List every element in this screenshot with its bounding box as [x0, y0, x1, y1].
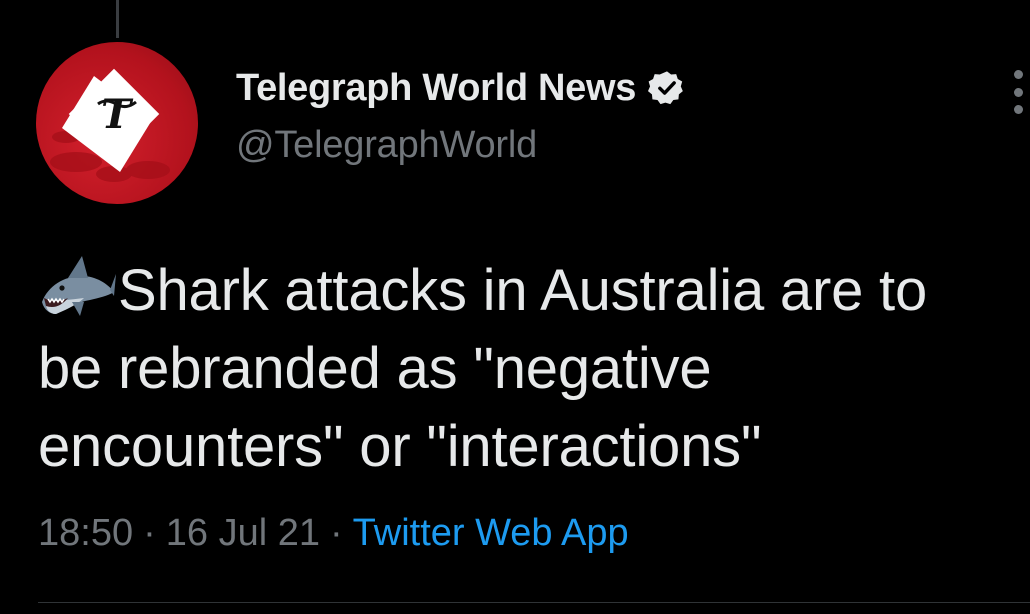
tweet-meta: 18:50 · 16 Jul 21 · Twitter Web App: [38, 512, 629, 555]
telegraph-logo-icon: T: [50, 68, 170, 182]
tweet-time[interactable]: 18:50: [38, 512, 133, 554]
divider: [38, 602, 1030, 603]
more-dot: [1013, 105, 1023, 114]
tweet-source-link[interactable]: Twitter Web App: [353, 512, 629, 554]
avatar[interactable]: T: [36, 42, 198, 204]
author-name-row: Telegraph World News: [236, 60, 970, 116]
shark-emoji-icon: [38, 256, 116, 318]
more-dot: [1013, 87, 1023, 97]
thread-connector-line: [116, 0, 119, 38]
author-handle[interactable]: @TelegraphWorld: [236, 124, 970, 167]
tweet-text: Shark attacks in Australia are to be reb…: [38, 258, 928, 479]
meta-separator: ·: [329, 512, 343, 554]
more-options-icon[interactable]: [1010, 70, 1026, 114]
verified-badge-icon: [648, 69, 686, 107]
author-display-name[interactable]: Telegraph World News: [236, 67, 636, 110]
tweet-body: Shark attacks in Australia are to be reb…: [38, 252, 998, 486]
meta-separator: ·: [143, 512, 156, 554]
svg-text:T: T: [101, 91, 134, 138]
more-dot: [1013, 70, 1023, 79]
tweet-header: Telegraph World News @TelegraphWorld: [236, 60, 970, 167]
tweet-date[interactable]: 16 Jul 21: [166, 512, 320, 554]
